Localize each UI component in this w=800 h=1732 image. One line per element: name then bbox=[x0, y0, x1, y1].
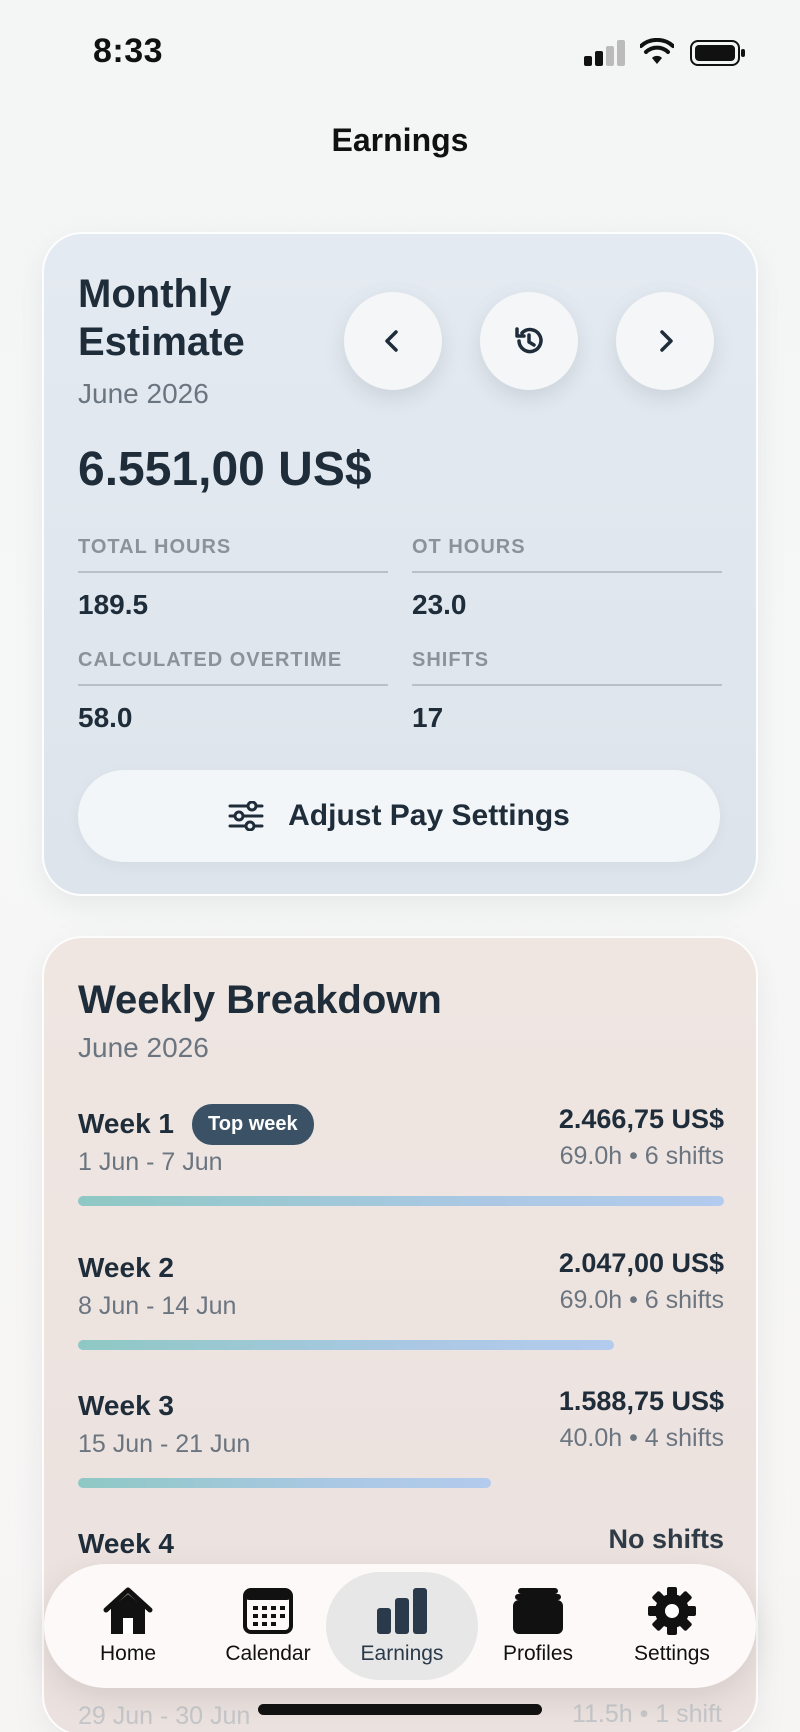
week-meta: 11.5h • 1 shift bbox=[571, 1700, 722, 1728]
monthly-title-line1: Monthly bbox=[78, 272, 232, 316]
week-name: Week 2 bbox=[78, 1252, 174, 1283]
weekly-month: June 2026 bbox=[78, 1032, 209, 1063]
week-amount: 2.466,75 US$ bbox=[558, 1104, 724, 1134]
week-progress-bar bbox=[78, 1196, 724, 1206]
week-amount: 2.047,00 US$ bbox=[558, 1248, 724, 1278]
cellular-signal-icon bbox=[584, 40, 626, 66]
week-progress-bar bbox=[78, 1340, 614, 1350]
tab-bar: Home Calendar Earnings Profiles Settings bbox=[44, 1564, 756, 1688]
monthly-amount: 6.551,00 US$ bbox=[78, 443, 372, 496]
week-meta: 69.0h • 6 shifts bbox=[559, 1142, 724, 1170]
top-week-badge: Top week bbox=[192, 1104, 314, 1145]
week-meta: 69.0h • 6 shifts bbox=[559, 1286, 724, 1314]
stack-icon bbox=[513, 1588, 563, 1634]
week-name: Week 4 bbox=[78, 1528, 174, 1559]
tab-label: Calendar bbox=[225, 1642, 311, 1665]
stat-calculated-overtime: CALCULATED OVERTIME 58.0 bbox=[78, 649, 388, 734]
monthly-month: June 2026 bbox=[78, 378, 209, 409]
tab-earnings[interactable]: Earnings bbox=[326, 1572, 478, 1680]
stat-value: 23.0 bbox=[412, 589, 467, 620]
weekly-title: Weekly Breakdown bbox=[78, 978, 442, 1022]
week-name: Week 1 bbox=[78, 1108, 174, 1139]
bar-chart-icon bbox=[377, 1588, 427, 1634]
tab-label: Settings bbox=[634, 1642, 710, 1665]
previous-month-button[interactable] bbox=[344, 292, 442, 390]
monthly-title-line2: Estimate bbox=[78, 320, 245, 364]
tab-profiles[interactable]: Profiles bbox=[468, 1564, 608, 1688]
tab-settings[interactable]: Settings bbox=[602, 1564, 742, 1688]
stat-value: 189.5 bbox=[78, 589, 149, 620]
stat-label: CALCULATED OVERTIME bbox=[78, 649, 388, 686]
house-icon bbox=[103, 1587, 153, 1634]
week-name: Week 3 bbox=[78, 1390, 174, 1421]
page-title: Earnings bbox=[331, 122, 469, 158]
stat-label: TOTAL HOURS bbox=[78, 536, 388, 573]
home-indicator[interactable] bbox=[258, 1704, 542, 1715]
battery-icon bbox=[690, 40, 745, 66]
week-progress-bar bbox=[78, 1478, 491, 1488]
monthly-estimate-card: Monthly Estimate June 2026 6.551,00 US$ … bbox=[42, 232, 758, 896]
stat-label: SHIFTS bbox=[412, 649, 722, 686]
status-time: 8:33 bbox=[93, 32, 164, 70]
history-icon bbox=[515, 327, 543, 354]
stat-ot-hours: OT HOURS 23.0 bbox=[412, 536, 722, 621]
week-range: 15 Jun - 21 Jun bbox=[78, 1430, 251, 1458]
tab-home[interactable]: Home bbox=[58, 1564, 198, 1688]
current-month-button[interactable] bbox=[480, 292, 578, 390]
tab-calendar[interactable]: Calendar bbox=[198, 1564, 338, 1688]
week-meta: 40.0h • 4 shifts bbox=[559, 1424, 724, 1452]
stat-shifts: SHIFTS 17 bbox=[412, 649, 722, 734]
tab-label: Earnings bbox=[360, 1642, 444, 1665]
tab-label: Profiles bbox=[502, 1642, 574, 1665]
tab-label: Home bbox=[99, 1642, 157, 1665]
status-bar: 8:33 bbox=[0, 0, 800, 100]
chevron-right-icon bbox=[660, 330, 673, 352]
stat-label: OT HOURS bbox=[412, 536, 722, 573]
stat-value: 58.0 bbox=[78, 702, 133, 733]
adjust-pay-settings-label: Adjust Pay Settings bbox=[288, 799, 570, 832]
gear-icon bbox=[648, 1587, 696, 1635]
wifi-icon bbox=[640, 38, 674, 64]
week-range: 29 Jun - 30 Jun bbox=[78, 1702, 251, 1730]
stat-total-hours: TOTAL HOURS 189.5 bbox=[78, 536, 388, 621]
stat-value: 17 bbox=[412, 702, 444, 733]
sliders-icon bbox=[228, 801, 264, 831]
next-month-button[interactable] bbox=[616, 292, 714, 390]
week-range: 1 Jun - 7 Jun bbox=[78, 1148, 223, 1176]
week-amount: 1.588,75 US$ bbox=[558, 1386, 724, 1416]
week-amount: No shifts bbox=[608, 1524, 724, 1554]
week-range: 8 Jun - 14 Jun bbox=[78, 1292, 237, 1320]
adjust-pay-settings-button[interactable]: Adjust Pay Settings bbox=[78, 770, 720, 862]
calendar-icon bbox=[243, 1588, 293, 1634]
chevron-left-icon bbox=[385, 330, 398, 352]
